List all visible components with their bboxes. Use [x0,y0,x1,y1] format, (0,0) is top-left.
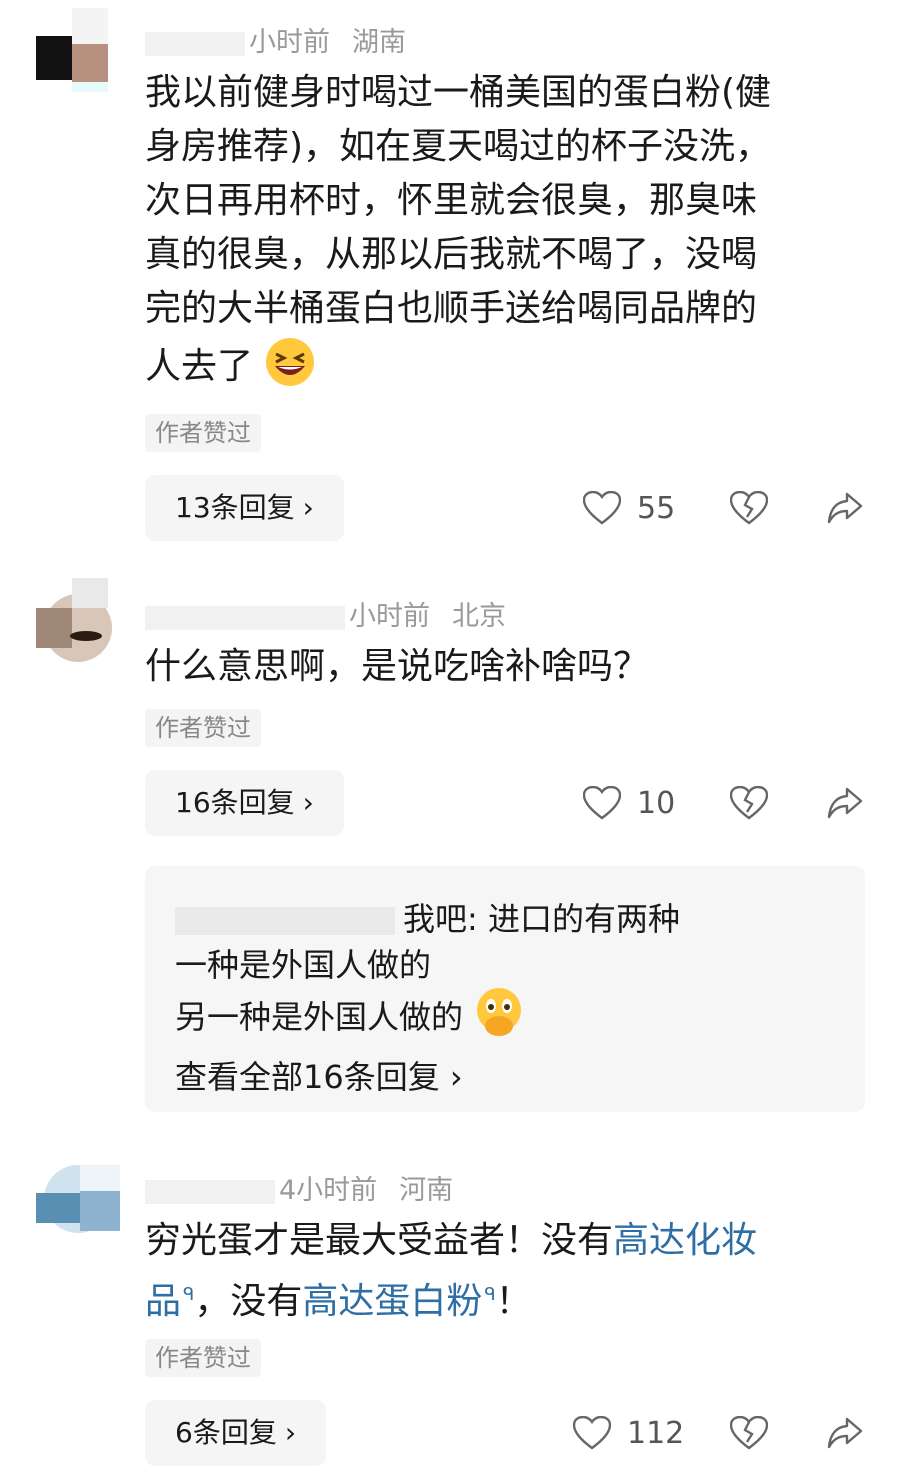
share-button[interactable] [827,1408,863,1458]
reply-preview[interactable]: 我吧: 进口的有两种 一种是外国人做的 另一种是外国人做的 查看全部16条回复 … [145,866,865,1112]
comment-text: 穷光蛋才是最大受益者！没有高达化妆 品 ᑫ，没有高达蛋白粉 ᑫ！ [145,1214,860,1329]
view-all-replies-link[interactable]: 查看全部16条回复 › [175,1052,463,1098]
search-link-gaoda-cosmetics[interactable]: 品 [145,1281,181,1322]
comment-line: 次日再用杯时，怀里就会很臭，那臭味 [145,180,758,221]
username-masked[interactable] [145,1179,275,1204]
avatar[interactable] [36,578,120,662]
dislike-button[interactable] [730,778,768,828]
reply-preview-line: 我吧: 进口的有两种 [175,894,680,940]
search-link-gaoda-protein[interactable]: 高达蛋白粉 [302,1281,482,1322]
reply-text: 另一种是外国人做的 [175,998,464,1036]
share-button[interactable] [827,483,863,533]
broken-heart-icon [730,491,768,525]
comment-meta: 4小时前 河南 [145,1168,453,1207]
comment-line: 真的很臭，从那以后我就不喝了，没喝 [145,234,758,275]
chevron-right-icon: › [284,1416,297,1449]
comment-meta: 小时前 湖南 [145,20,406,59]
comment-text: 什么意思啊，是说吃啥补啥吗？ [145,646,650,687]
comment-text: 我以前健身时喝过一桶美国的蛋白粉(健 身房推荐)，如在夏天喝过的杯子没洗， 次日… [145,66,860,394]
replies-label: 6条回复 [175,1416,277,1449]
search-link-gaoda-cosmetics[interactable]: 高达化妆 [613,1220,757,1261]
reply-text: 我吧: 进口的有两种 [403,900,680,938]
comment-line: 我以前健身时喝过一桶美国的蛋白粉(健 [145,72,772,113]
search-superscript-icon[interactable]: ᑫ [484,1284,495,1305]
comment-text-part: ，没有 [194,1281,303,1322]
chevron-right-icon: › [439,1058,463,1096]
time-label: 小时前 [349,601,430,632]
time-label: 小时前 [249,27,330,58]
author-liked-badge: 作者赞过 [145,709,261,747]
dislike-button[interactable] [730,483,768,533]
share-icon [827,492,863,524]
view-replies-button[interactable]: 16条回复 › [145,770,344,836]
view-replies-button[interactable]: 6条回复 › [145,1400,327,1466]
comment-line: 人去了 [145,346,254,387]
like-count: 112 [627,1415,685,1451]
comment-line: 身房推荐)，如在夏天喝过的杯子没洗， [145,126,772,167]
laughing-face-icon [266,338,315,386]
share-icon [827,787,863,819]
like-count: 10 [637,785,676,821]
broken-heart-icon [730,786,768,820]
comment-text-part: ！ [495,1281,532,1322]
like-button[interactable]: 112 [573,1408,684,1458]
author-liked-badge: 作者赞过 [145,1339,261,1377]
broken-heart-icon [730,1416,768,1450]
comment-line: 完的大半桶蛋白也顺手送给喝同品牌的 [145,288,758,329]
location-label: 河南 [399,1175,454,1206]
replies-label: 16条回复 [175,786,295,819]
author-liked-badge: 作者赞过 [145,414,261,452]
avatar[interactable] [36,8,120,92]
hand-over-mouth-face-icon [477,988,522,1036]
heart-icon [573,1416,611,1450]
comment-text-part: 穷光蛋才是最大受益者！没有 [145,1220,614,1261]
dislike-button[interactable] [730,1408,768,1458]
search-superscript-icon[interactable]: ᑫ [183,1284,194,1305]
reply-preview-line: 一种是外国人做的 [175,946,432,984]
heart-icon [583,786,621,820]
reply-username-masked[interactable] [175,907,395,935]
view-all-label: 查看全部16条回复 [175,1058,440,1096]
time-label: 4小时前 [279,1175,378,1206]
view-replies-button[interactable]: 13条回复 › [145,475,344,541]
share-button[interactable] [827,778,863,828]
reply-preview-line: 另一种是外国人做的 [175,986,525,1038]
avatar[interactable] [36,1165,120,1249]
like-button[interactable]: 55 [583,483,675,533]
location-label: 湖南 [352,27,406,58]
username-masked[interactable] [145,31,245,56]
like-button[interactable]: 10 [583,778,675,828]
like-count: 55 [637,490,676,526]
share-icon [827,1417,863,1449]
replies-label: 13条回复 [175,491,295,524]
location-label: 北京 [452,601,506,632]
username-masked[interactable] [145,605,345,630]
chevron-right-icon: › [302,786,314,819]
comment-meta: 小时前 北京 [145,594,506,633]
heart-icon [583,491,621,525]
chevron-right-icon: › [302,491,314,524]
